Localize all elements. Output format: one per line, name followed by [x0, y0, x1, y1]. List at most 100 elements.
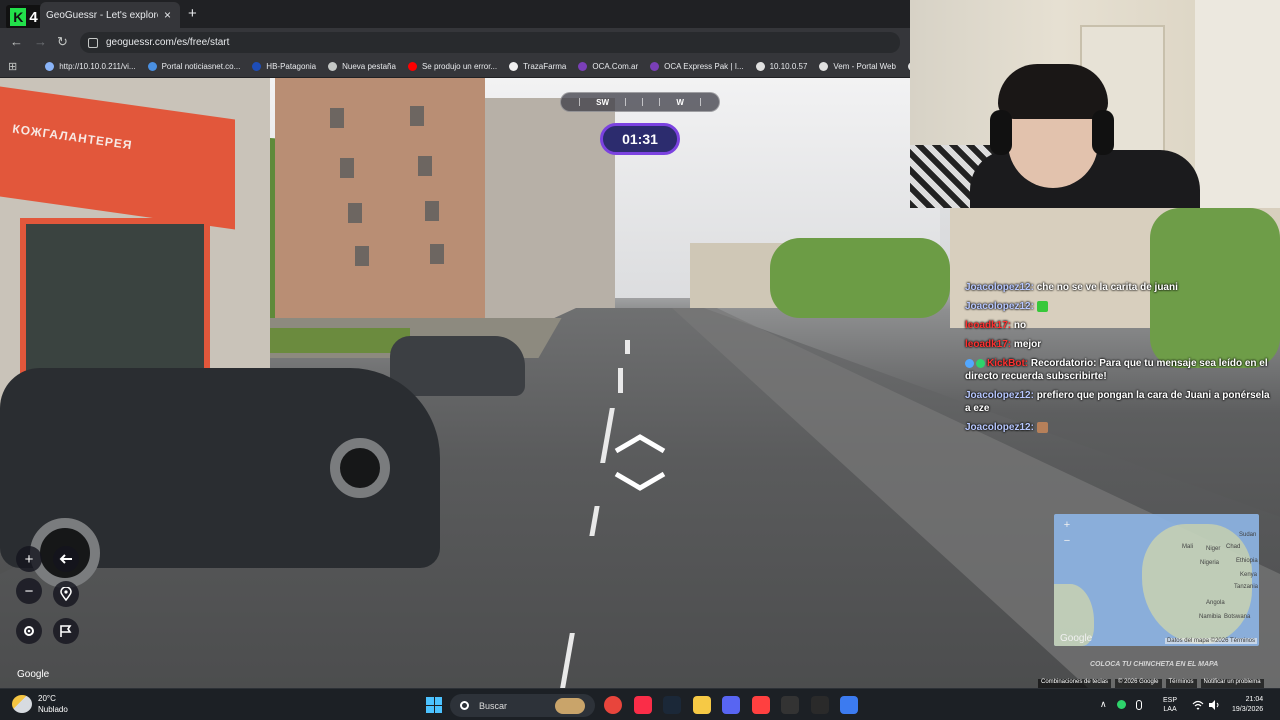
chat-message: KickBot: Recordatorio: Para que tu mensa… [965, 357, 1275, 383]
compass-tick [699, 98, 701, 106]
lane-marking [618, 368, 623, 393]
close-tab-icon[interactable]: × [164, 8, 171, 22]
site-info-icon[interactable] [88, 37, 98, 48]
chat-username[interactable]: leoadk17: [965, 339, 1011, 350]
microphone-icon[interactable] [1135, 699, 1142, 710]
address-bar[interactable]: geoguessr.com/es/free/start [80, 32, 900, 53]
place-pin-caption: COLOCA TU CHINCHETA EN EL MAPA [1090, 661, 1219, 668]
music-icon[interactable] [633, 696, 652, 714]
bookmark-favicon-icon [328, 62, 338, 71]
chat-username[interactable]: KickBot: [987, 358, 1028, 369]
zoom-in-button[interactable]: + [16, 546, 42, 572]
bookmark-label: Nueva pestaña [342, 62, 396, 71]
tray-app-icon[interactable] [1116, 700, 1126, 709]
app-blue-icon[interactable] [840, 696, 858, 714]
app-g-icon[interactable] [781, 696, 799, 714]
gear-icon [24, 626, 34, 636]
bookmark-favicon-icon [650, 62, 660, 71]
chat-username[interactable]: Joacolopez12: [965, 282, 1034, 293]
map-label: Namibia [1199, 614, 1222, 620]
map-zoom-in-button[interactable]: + [1060, 518, 1074, 532]
bookmark-item[interactable]: Nueva pestaña [328, 62, 396, 71]
back-icon[interactable]: ← [10, 34, 23, 49]
bookmark-item[interactable]: Portal noticiasnet.co... [147, 62, 240, 71]
bookmark-favicon-icon [819, 62, 829, 71]
cloudy-sun-icon [12, 695, 32, 713]
round-timer: 01:31 [600, 123, 680, 155]
browser-tab[interactable]: GeoGuessr - Let's explore the w... × [40, 2, 180, 28]
chat-emote-icon [1036, 300, 1048, 312]
flag-icon [60, 625, 72, 637]
map-label: Mali [1182, 544, 1194, 550]
bookmarks-bar: ⊞ http://10.10.0.211/vi... Portal noticia… [0, 56, 934, 78]
compass-label-w: W [676, 97, 684, 107]
reload-icon[interactable]: ↻ [57, 34, 68, 50]
compass: SW W [560, 92, 720, 112]
move-back-arrow-icon[interactable] [612, 470, 668, 492]
chat-message: leoadk17: no [965, 319, 1275, 332]
taskbar-search[interactable]: Buscar [450, 694, 595, 717]
report-problem-link[interactable]: Notificar un problema [1200, 679, 1264, 688]
kick-logo-letter: K [10, 8, 27, 26]
apps-grid-icon[interactable]: ⊞ [8, 60, 17, 73]
bookmark-favicon-icon [578, 62, 588, 71]
google-logo: Google [17, 669, 50, 680]
chat-message: Joacolopez12: [965, 300, 1275, 313]
bookmark-favicon-icon [252, 62, 262, 71]
move-forward-arrow-icon[interactable] [612, 433, 668, 455]
bookmark-item[interactable]: Se produjo un error... [407, 62, 497, 71]
bookmark-item[interactable]: OCA.Com.ar [578, 62, 638, 71]
start-logo-tile [426, 697, 434, 705]
new-tab-button[interactable]: + [188, 5, 197, 22]
terms-link[interactable]: Términos [1165, 679, 1197, 688]
files-icon[interactable] [692, 696, 711, 714]
undo-move-button[interactable] [53, 546, 79, 572]
chat-username[interactable]: Joacolopez12: [965, 422, 1034, 433]
bookmark-item[interactable]: 10.10.0.57 [755, 62, 807, 71]
chat-username[interactable]: Joacolopez12: [965, 390, 1034, 401]
discord-icon[interactable] [722, 696, 740, 714]
input-language[interactable]: ESP LAA [1163, 696, 1177, 714]
map-label: Kenya [1240, 572, 1258, 578]
zoom-out-button[interactable]: − [16, 578, 42, 604]
building-window [430, 244, 444, 264]
kick-logo-number: 4 [29, 8, 38, 26]
epic-icon[interactable] [810, 696, 829, 714]
bookmark-item[interactable]: OCA Express Pak | I... [650, 62, 744, 71]
chrome-icon[interactable] [604, 696, 622, 714]
steam-icon[interactable] [663, 696, 681, 714]
wifi-icon[interactable] [1192, 700, 1204, 710]
map-zoom-out-button[interactable]: − [1060, 534, 1074, 548]
browser-toolbar: ← → ↻ geoguessr.com/es/free/start [0, 28, 910, 56]
settings-icon[interactable] [751, 696, 770, 714]
windows-start-button[interactable] [426, 697, 442, 713]
map-label: Sudan [1239, 532, 1257, 538]
volume-icon[interactable] [1208, 700, 1220, 710]
grass [260, 328, 410, 353]
weather-condition: Nublado [38, 705, 68, 714]
map-attribution[interactable]: Datos del mapa ©2026 Términos [1164, 638, 1257, 644]
chat-text: no [1013, 320, 1027, 331]
flag-button[interactable] [53, 618, 79, 644]
bookmark-favicon-icon [407, 62, 417, 71]
building-window [418, 156, 432, 176]
taskbar-clock[interactable]: 21:04 19/3/2026 [1232, 695, 1263, 715]
bookmark-item[interactable]: TrazaFarma [509, 62, 566, 71]
bookmark-item[interactable]: Vem - Portal Web [819, 62, 896, 71]
chat-username[interactable]: leoadk17: [965, 320, 1011, 331]
tray-overflow-icon[interactable]: ∧ [1100, 699, 1107, 710]
settings-button[interactable] [16, 618, 42, 644]
chat-message: Joacolopez12: prefiero que pongan la car… [965, 389, 1275, 415]
chat-username[interactable]: Joacolopez12: [965, 301, 1034, 312]
forward-icon[interactable]: → [34, 34, 47, 49]
keyboard-shortcuts-link[interactable]: Combinaciones de teclas [1038, 679, 1112, 688]
building-window [340, 158, 354, 178]
bookmark-item[interactable]: HB-Patagonia [252, 62, 316, 71]
compass-tick [642, 98, 644, 106]
weather-widget[interactable]: 20°C Nublado [12, 693, 68, 715]
return-to-start-button[interactable] [53, 581, 79, 607]
bookmark-item[interactable]: http://10.10.0.211/vi... [45, 62, 136, 71]
guess-minimap[interactable]: Mali Niger Chad Sudan Ethiopia Nigeria K… [1054, 514, 1259, 646]
copyright-text: © 2026 Google [1115, 679, 1162, 688]
language-code: ESP [1163, 697, 1178, 704]
